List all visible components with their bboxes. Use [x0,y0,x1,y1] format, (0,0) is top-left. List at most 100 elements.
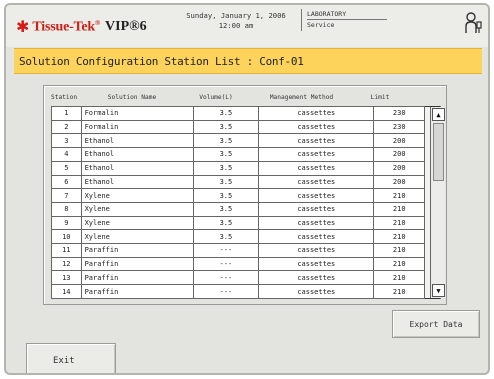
cell-solution-name: Ethanol [80,147,194,162]
table-row[interactable]: 13 Paraffin --- cassettes 210 [51,270,441,286]
cell-limit: 210 [373,270,426,286]
table-header: Station Solution Name Volume(L) Manageme… [51,94,404,106]
cell-management-method: cassettes [258,256,375,272]
cell-solution-name: Xylene [80,188,194,203]
arrow-down-icon: ▼ [436,286,441,295]
title-banner: Solution Configuration Station List : Co… [14,48,482,74]
mode-text: Service [307,21,335,29]
table-row[interactable]: 6 Ethanol 3.5 cassettes 200 [51,174,441,190]
cell-station: 12 [51,256,82,272]
table-row[interactable]: 8 Xylene 3.5 cassettes 210 [51,201,441,217]
cell-limit: 200 [373,174,426,190]
star-logo-icon: ✱ [16,17,30,36]
cell-management-method: cassettes [258,270,375,286]
page-title: Solution Configuration Station List : Co… [19,55,304,68]
table-row[interactable]: 7 Xylene 3.5 cassettes 210 [51,188,441,203]
cell-limit: 210 [373,215,426,231]
cell-station: 5 [51,160,82,176]
cell-limit: 210 [373,201,426,217]
cell-limit: 210 [373,229,426,245]
cell-management-method: cassettes [258,160,375,176]
cell-management-method: cassettes [258,106,375,121]
cell-limit: 210 [373,256,426,272]
column-header-name: Solution Name [107,94,157,101]
table-row[interactable]: 2 Formalin 3.5 cassettes 230 [51,119,441,135]
date-text: Sunday, January 1, 2006 [186,11,286,20]
cell-management-method: cassettes [258,243,375,258]
scroll-thumb[interactable] [433,123,444,181]
export-data-button[interactable]: Export Data [392,310,480,338]
cell-limit: 210 [373,284,426,299]
cell-volume: 3.5 [192,188,260,203]
cell-volume: 3.5 [192,119,260,135]
date-time-display: Sunday, January 1, 2006 12:00 am [181,11,291,31]
cell-volume: --- [192,256,260,272]
location-box: LABORATORY Service [301,9,387,31]
cell-limit: 200 [373,160,426,176]
cell-station: 13 [51,270,82,286]
cell-solution-name: Paraffin [80,256,194,272]
top-bar: ✱ Tissue-Tek® VIP®6 Sunday, January 1, 2… [6,5,488,47]
cell-solution-name: Paraffin [80,243,194,258]
cell-volume: --- [192,243,260,258]
table-row[interactable]: 1 Formalin 3.5 cassettes 230 [51,106,441,121]
cell-station: 7 [51,188,82,203]
table-row[interactable]: 3 Ethanol 3.5 cassettes 200 [51,133,441,149]
cell-management-method: cassettes [258,215,375,231]
cell-solution-name: Ethanol [80,160,194,176]
cell-limit: 200 [373,147,426,162]
column-header-station: Station [51,94,78,101]
cell-station: 3 [51,133,82,149]
cell-station: 10 [51,229,82,245]
table-scrollbar[interactable]: ▲ ▼ [430,107,445,298]
table-row[interactable]: 12 Paraffin --- cassettes 210 [51,256,441,272]
cell-limit: 210 [373,188,426,203]
table-row[interactable]: 10 Xylene 3.5 cassettes 210 [51,229,441,245]
column-header-volume: Volume(L) [199,94,233,101]
user-key-icon[interactable] [464,11,484,35]
cell-volume: 3.5 [192,106,260,121]
column-header-limit: Limit [370,94,390,101]
cell-solution-name: Ethanol [80,174,194,190]
cell-station: 8 [51,201,82,217]
table-row[interactable]: 4 Ethanol 3.5 cassettes 200 [51,147,441,162]
app-screen: ✱ Tissue-Tek® VIP®6 Sunday, January 1, 2… [4,3,490,375]
cell-limit: 230 [373,119,426,135]
cell-management-method: cassettes [258,188,375,203]
cell-station: 14 [51,284,82,299]
cell-management-method: cassettes [258,284,375,299]
cell-station: 11 [51,243,82,258]
cell-station: 6 [51,174,82,190]
table-row[interactable]: 14 Paraffin --- cassettes 210 [51,284,441,299]
cell-management-method: cassettes [258,133,375,149]
cell-limit: 200 [373,133,426,149]
scroll-up-button[interactable]: ▲ [432,108,445,121]
station-table: 1 Formalin 3.5 cassettes 230 2 Formalin 3.5 cass… [51,106,441,299]
cell-management-method: cassettes [258,174,375,190]
cell-volume: 3.5 [192,174,260,190]
cell-station: 1 [51,106,82,121]
cell-volume: 3.5 [192,160,260,176]
cell-solution-name: Paraffin [80,270,194,286]
cell-volume: 3.5 [192,229,260,245]
table-row[interactable]: 5 Ethanol 3.5 cassettes 200 [51,160,441,176]
cell-solution-name: Ethanol [80,133,194,149]
location-text: LABORATORY [307,9,387,20]
scroll-down-button[interactable]: ▼ [432,284,445,297]
cell-volume: 3.5 [192,147,260,162]
station-table-panel: Station Solution Name Volume(L) Manageme… [43,85,447,305]
cell-volume: 3.5 [192,215,260,231]
table-row[interactable]: 11 Paraffin --- cassettes 210 [51,243,441,258]
cell-solution-name: Xylene [80,201,194,217]
cell-solution-name: Xylene [80,215,194,231]
cell-solution-name: Paraffin [80,284,194,299]
cell-management-method: cassettes [258,119,375,135]
cell-volume: --- [192,270,260,286]
table-row[interactable]: 9 Xylene 3.5 cassettes 210 [51,215,441,231]
cell-station: 9 [51,215,82,231]
brand-model: VIP®6 [105,19,147,34]
time-text: 12:00 am [218,21,254,30]
exit-button[interactable]: Exit [26,343,116,373]
cell-volume: 3.5 [192,133,260,149]
cell-management-method: cassettes [258,147,375,162]
